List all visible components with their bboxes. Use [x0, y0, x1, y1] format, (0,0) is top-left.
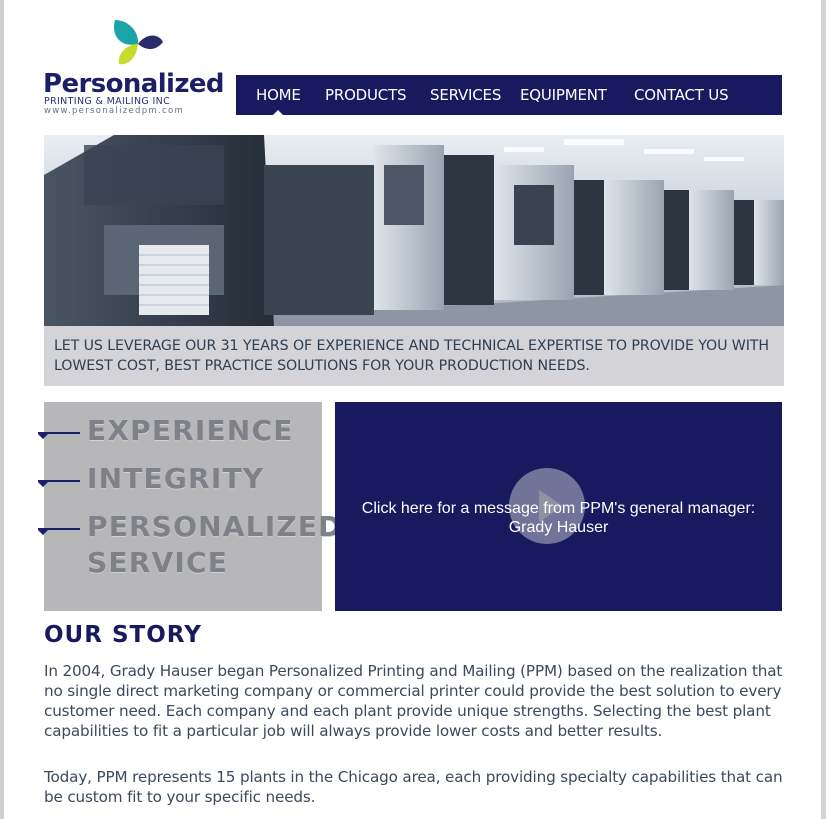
nav-item-contact-us[interactable]: CONTACT US: [634, 86, 729, 104]
video-player[interactable]: Click here for a message from PPM's gene…: [335, 402, 782, 611]
hero-caption: LET US LEVERAGE OUR 31 YEARS OF EXPERIEN…: [44, 326, 784, 386]
video-message-line1: Click here for a message from PPM's gene…: [361, 500, 756, 517]
value-personalized: PERSONALIZED: [87, 510, 343, 543]
printing-press-illustration: [44, 135, 784, 326]
window-edge-left: [0, 0, 4, 819]
value-pointer-icon: [38, 528, 80, 535]
window-edge-right: [821, 0, 826, 819]
story-title: OUR STORY: [44, 622, 202, 648]
values-panel: EXPERIENCE INTEGRITY PERSONALIZED SERVIC…: [38, 402, 341, 611]
brand-url: www.personalizedpm.com: [44, 106, 185, 116]
hero-caption-text: LET US LEVERAGE OUR 31 YEARS OF EXPERIEN…: [54, 338, 769, 374]
story-paragraph-2: Today, PPM represents 15 plants in the C…: [44, 768, 783, 806]
nav-item-home[interactable]: HOME: [256, 86, 301, 115]
value-pointer-icon: [38, 432, 80, 439]
video-message-line2: Grady Hauser: [508, 519, 609, 536]
value-integrity: INTEGRITY: [87, 462, 265, 495]
main-nav: HOME PRODUCTS SERVICES EQUIPMENT CONTACT…: [236, 75, 782, 115]
nav-item-services[interactable]: SERVICES: [430, 86, 501, 104]
brand-name: Personalized: [43, 69, 225, 99]
hero-image: [44, 135, 784, 326]
value-service: SERVICE: [87, 546, 229, 579]
nav-item-products[interactable]: PRODUCTS: [325, 86, 407, 104]
value-pointer-icon: [38, 480, 80, 487]
brand-logo[interactable]: Personalized PRINTING & MAILING INC www.…: [43, 14, 233, 118]
value-experience: EXPERIENCE: [87, 414, 294, 447]
video-message: Click here for a message from PPM's gene…: [335, 499, 782, 537]
nav-item-equipment[interactable]: EQUIPMENT: [520, 86, 607, 104]
butterfly-logo-icon: [113, 20, 163, 65]
story-paragraph-1: In 2004, Grady Hauser began Personalized…: [44, 662, 783, 740]
